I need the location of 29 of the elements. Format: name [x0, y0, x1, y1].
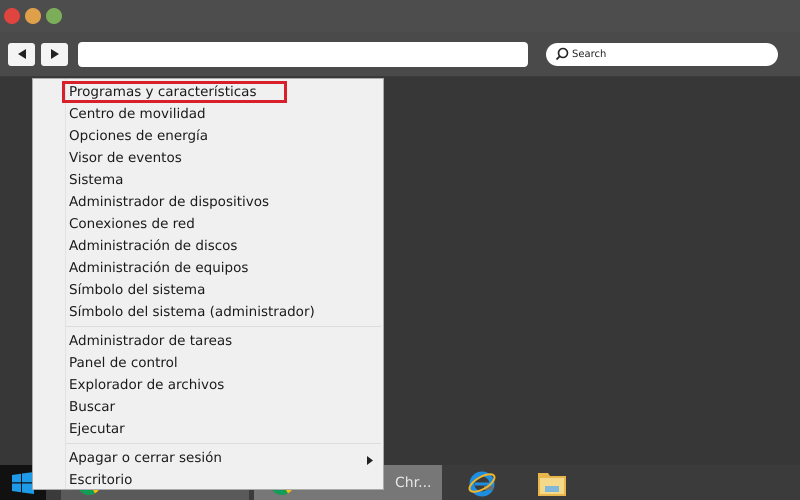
forward-button[interactable]: [41, 42, 68, 66]
menu-item[interactable]: Panel de control: [62, 352, 372, 374]
menu-item[interactable]: Apagar o cerrar sesión: [62, 447, 372, 469]
menu-item[interactable]: Escritorio: [62, 469, 372, 491]
back-button[interactable]: [8, 42, 35, 66]
menu-item[interactable]: Ejecutar: [62, 418, 372, 440]
menu-item[interactable]: Conexiones de red: [62, 213, 372, 235]
forward-icon: [48, 48, 60, 60]
window-control-button[interactable]: [25, 8, 41, 24]
menu-item[interactable]: Administración de equipos: [62, 257, 372, 279]
menu-item[interactable]: Símbolo del sistema (administrador): [62, 301, 372, 323]
menu-item[interactable]: Programas y características: [62, 81, 287, 103]
window-control-button[interactable]: [46, 8, 62, 24]
menu-item[interactable]: Opciones de energía: [62, 125, 372, 147]
menu-item[interactable]: Buscar: [62, 396, 372, 418]
menu-item[interactable]: Administrador de tareas: [62, 330, 372, 352]
menu-item[interactable]: Símbolo del sistema: [62, 279, 372, 301]
search-icon: [555, 46, 569, 60]
menu-item[interactable]: Visor de eventos: [62, 147, 372, 169]
menu-item[interactable]: Administración de discos: [62, 235, 372, 257]
menu-item[interactable]: Sistema: [62, 169, 372, 191]
menu-item[interactable]: Centro de movilidad: [62, 103, 372, 125]
windows-icon: [12, 472, 34, 494]
menu-item[interactable]: Administrador de dispositivos: [62, 191, 372, 213]
back-icon: [16, 48, 28, 60]
menu-item[interactable]: Explorador de archivos: [62, 374, 372, 396]
search-field[interactable]: Search: [546, 42, 778, 66]
submenu-arrow-icon: [367, 456, 373, 465]
address-field[interactable]: [78, 42, 528, 66]
